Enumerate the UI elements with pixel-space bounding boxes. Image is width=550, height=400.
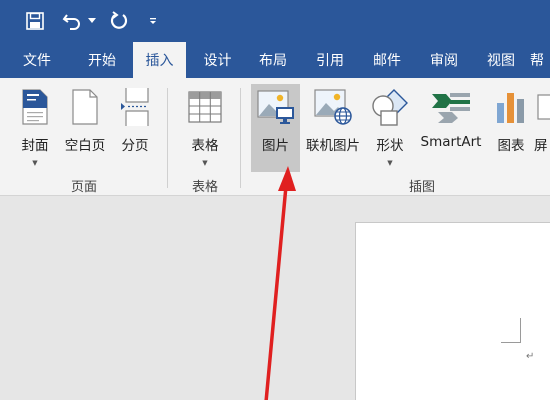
tab-review[interactable]: 审阅 [416,42,472,78]
shapes-icon [370,86,410,128]
shapes-button[interactable]: 形状 ▼ [368,84,412,172]
smartart-button[interactable]: SmartArt [415,84,487,172]
online-pictures-label: 联机图片 [306,138,360,154]
tab-file[interactable]: 文件 [8,42,66,78]
cover-page-icon [21,86,49,128]
tab-home[interactable]: 开始 [72,42,132,78]
tab-mailings[interactable]: 邮件 [359,42,415,78]
online-pictures-button[interactable]: 联机图片 [301,84,365,172]
document-page[interactable]: ↵ [355,222,550,400]
tab-layout[interactable]: 布局 [245,42,301,78]
smartart-label: SmartArt [420,134,482,150]
screenshot-button[interactable]: 屏 [534,84,550,172]
chevron-down-icon: ▼ [32,159,38,167]
shapes-label: 形状 [376,138,404,154]
cover-page-label: 封面 [21,138,49,154]
illustrations-group-label: 插图 [408,180,435,195]
page-break-label: 分页 [121,138,149,154]
save-icon[interactable] [22,8,48,34]
ribbon-tab-bar: 文件 开始 插入 设计 布局 引用 邮件 审阅 视图 帮 [0,42,550,78]
page-break-button[interactable]: 分页 [113,84,157,172]
pictures-label: 图片 [262,138,289,154]
tables-group-label: 表格 [191,180,218,195]
screenshot-icon [534,86,550,128]
tab-references[interactable]: 引用 [302,42,358,78]
page-break-icon [120,86,150,128]
cover-page-button[interactable]: 封面 ▼ [12,84,58,172]
tab-help[interactable]: 帮 [530,42,550,78]
online-picture-icon [313,86,353,128]
tab-insert[interactable]: 插入 [133,42,186,78]
margin-corner-mark [501,318,521,343]
chart-label: 图表 [497,138,525,154]
chevron-down-icon: ▼ [202,159,208,167]
blank-page-button[interactable]: 空白页 [60,84,110,172]
paragraph-mark: ↵ [526,351,535,362]
pages-group-label: 页面 [70,180,97,195]
screenshot-label: 屏 [534,138,548,154]
group-separator [240,88,241,188]
document-canvas[interactable]: ↵ [0,196,550,400]
tab-view[interactable]: 视图 [473,42,529,78]
undo-icon[interactable] [60,8,86,34]
blank-page-label: 空白页 [64,138,106,154]
redo-icon[interactable] [106,8,132,34]
customize-quick-access-icon[interactable] [144,8,162,34]
tab-design[interactable]: 设计 [190,42,245,78]
chevron-down-icon: ▼ [387,159,393,167]
table-button[interactable]: 表格 ▼ [182,84,228,172]
picture-icon [256,86,296,128]
undo-dropdown-chevron-down-icon[interactable] [86,8,98,34]
pictures-button[interactable]: 图片 [251,84,300,172]
chart-button[interactable]: 图表 [490,84,532,172]
table-label: 表格 [191,138,219,154]
group-separator [167,88,168,188]
blank-page-icon [71,86,99,128]
smartart-icon [430,86,472,128]
title-bar [0,0,550,42]
ribbon-insert: 封面 ▼ 空白页 分页 页面 表格 ▼ 表格 图片 联机图片 形状 ▼ Smar… [0,78,550,196]
chart-icon [494,86,528,128]
table-icon [188,86,222,128]
